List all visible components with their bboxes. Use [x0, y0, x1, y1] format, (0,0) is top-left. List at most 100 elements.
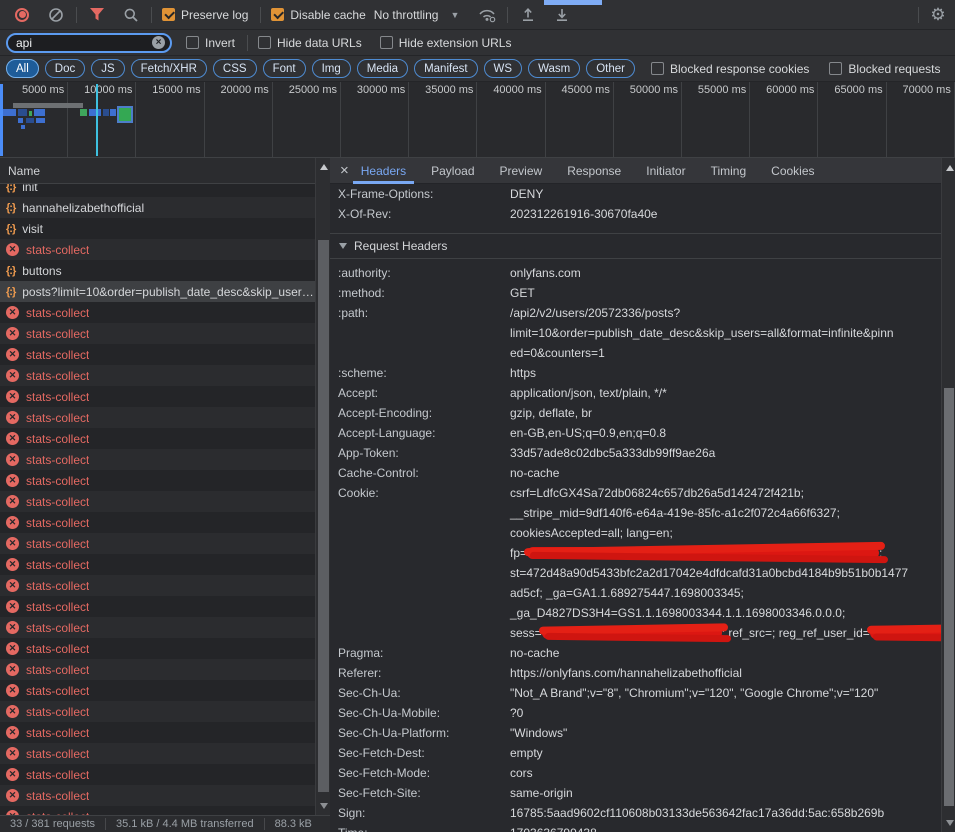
header-row: :authority:onlyfans.com [330, 263, 941, 283]
request-row[interactable]: ✕stats-collect [0, 302, 315, 323]
request-row[interactable]: ✕stats-collect [0, 407, 315, 428]
request-row[interactable]: ✕stats-collect [0, 449, 315, 470]
request-row[interactable]: ✕stats-collect [0, 638, 315, 659]
settings-gear-icon[interactable]: ⚙ [926, 3, 950, 27]
throttling-dropdown[interactable]: No throttling ▼ [374, 8, 466, 22]
type-filter-pill-wasm[interactable]: Wasm [528, 59, 580, 78]
search-button[interactable] [119, 3, 143, 27]
header-value-line: sess=; ref_src=; reg_ref_user_id= [510, 623, 941, 643]
tab-headers[interactable]: Headers [359, 158, 408, 184]
request-name: stats-collect [26, 789, 89, 803]
tab-preview[interactable]: Preview [498, 158, 545, 184]
tab-response[interactable]: Response [565, 158, 623, 184]
overview-window-left-handle[interactable] [0, 84, 3, 156]
header-name: Sec-Fetch-Site: [338, 783, 508, 803]
request-row[interactable]: {:}hannahelizabethofficial [0, 197, 315, 218]
type-filter-pill-fetch-xhr[interactable]: Fetch/XHR [131, 59, 207, 78]
request-name: init [22, 184, 37, 194]
header-value-text: GET [510, 286, 535, 300]
hide-data-urls-checkbox[interactable]: Hide data URLs [258, 36, 366, 50]
error-icon: ✕ [6, 789, 19, 802]
blocked-requests-checkbox[interactable]: Blocked requests [829, 62, 944, 76]
header-value: gzip, deflate, br [510, 403, 941, 423]
request-row[interactable]: ✕stats-collect [0, 701, 315, 722]
scroll-up-icon[interactable] [942, 161, 955, 175]
type-filter-pill-img[interactable]: Img [312, 59, 351, 78]
request-row[interactable]: ✕stats-collect [0, 344, 315, 365]
devtools-network-panel: Preserve log Disable cache No throttling… [0, 0, 955, 832]
clear-button[interactable] [44, 3, 68, 27]
network-overview-timeline[interactable]: 5000 ms10000 ms15000 ms20000 ms25000 ms3… [0, 82, 955, 158]
clear-input-icon[interactable]: × [152, 36, 165, 49]
type-filter-pill-ws[interactable]: WS [484, 59, 523, 78]
request-name: stats-collect [26, 327, 89, 341]
type-filter-pill-js[interactable]: JS [91, 59, 124, 78]
import-har-button[interactable] [516, 3, 540, 27]
request-row[interactable]: ✕stats-collect [0, 470, 315, 491]
detail-pane-scrollbar[interactable] [941, 158, 955, 832]
request-row[interactable]: ✕stats-collect [0, 596, 315, 617]
request-row[interactable]: {:}buttons [0, 260, 315, 281]
header-row: :method:GET [330, 283, 941, 303]
request-row[interactable]: ✕stats-collect [0, 512, 315, 533]
json-icon: {:} [6, 202, 15, 214]
filter-button[interactable] [85, 3, 109, 27]
request-row[interactable]: ✕stats-collect [0, 575, 315, 596]
timeline-tick-label: 70000 ms [887, 82, 955, 157]
request-row[interactable]: {:}visit [0, 218, 315, 239]
type-filter-pill-all[interactable]: All [6, 59, 39, 78]
tab-initiator[interactable]: Initiator [644, 158, 687, 184]
export-har-button[interactable] [550, 3, 574, 27]
type-filter-pill-css[interactable]: CSS [213, 59, 257, 78]
scroll-up-icon[interactable] [316, 160, 331, 174]
request-row[interactable]: {:}posts?limit=10&order=publish_date_des… [0, 281, 315, 302]
header-row: Accept:application/json, text/plain, */* [330, 383, 941, 403]
hide-extension-urls-checkbox[interactable]: Hide extension URLs [380, 36, 516, 50]
header-name: :scheme: [338, 363, 508, 383]
request-row[interactable]: ✕stats-collect [0, 491, 315, 512]
tab-payload[interactable]: Payload [429, 158, 476, 184]
close-icon[interactable]: × [340, 158, 349, 184]
timeline-tick-label: 50000 ms [614, 82, 682, 157]
request-row[interactable]: ✕stats-collect [0, 428, 315, 449]
type-filter-pill-manifest[interactable]: Manifest [414, 59, 477, 78]
preserve-log-checkbox[interactable]: Preserve log [162, 8, 252, 22]
scroll-down-icon[interactable] [942, 816, 955, 830]
header-name: Pragma: [338, 643, 508, 663]
request-row[interactable]: ✕stats-collect [0, 764, 315, 785]
request-row[interactable]: ✕stats-collect [0, 554, 315, 575]
record-button[interactable] [10, 3, 34, 27]
blocked-response-cookies-checkbox[interactable]: Blocked response cookies [651, 62, 813, 76]
scroll-down-icon[interactable] [316, 799, 331, 813]
tab-cookies[interactable]: Cookies [769, 158, 816, 184]
request-row[interactable]: ✕stats-collect [0, 386, 315, 407]
type-filter-pill-font[interactable]: Font [263, 59, 306, 78]
scrollbar-thumb[interactable] [318, 240, 329, 792]
type-filter-pill-other[interactable]: Other [586, 59, 635, 78]
type-filter-pill-media[interactable]: Media [357, 59, 408, 78]
network-conditions-button[interactable] [475, 3, 499, 27]
request-row[interactable]: ✕stats-collect [0, 722, 315, 743]
tab-timing[interactable]: Timing [709, 158, 749, 184]
request-row[interactable]: ✕stats-collect [0, 239, 315, 260]
disable-cache-checkbox[interactable]: Disable cache [271, 8, 369, 22]
request-row[interactable]: ✕stats-collect [0, 680, 315, 701]
request-row[interactable]: ✕stats-collect [0, 323, 315, 344]
request-row[interactable]: ✕stats-collect [0, 533, 315, 554]
request-row[interactable]: ✕stats-collect [0, 806, 315, 815]
header-value-text: /api2/v2/users/20572336/posts? [510, 306, 680, 320]
request-list-scrollbar[interactable] [315, 158, 330, 815]
name-column-header[interactable]: Name [0, 158, 315, 184]
type-filter-pill-doc[interactable]: Doc [45, 59, 85, 78]
request-row[interactable]: ✕stats-collect [0, 365, 315, 386]
scrollbar-thumb[interactable] [944, 388, 954, 806]
request-row[interactable]: ✕stats-collect [0, 743, 315, 764]
invert-checkbox[interactable]: Invert [186, 36, 239, 50]
section-header-request-headers[interactable]: Request Headers [330, 233, 941, 259]
filter-input[interactable] [6, 33, 172, 53]
request-row[interactable]: ✕ stats-collect [0, 785, 315, 806]
request-row[interactable]: ✕stats-collect [0, 617, 315, 638]
request-row[interactable]: {:}init [0, 184, 315, 197]
request-row[interactable]: ✕stats-collect [0, 659, 315, 680]
request-name: stats-collect [26, 495, 89, 509]
